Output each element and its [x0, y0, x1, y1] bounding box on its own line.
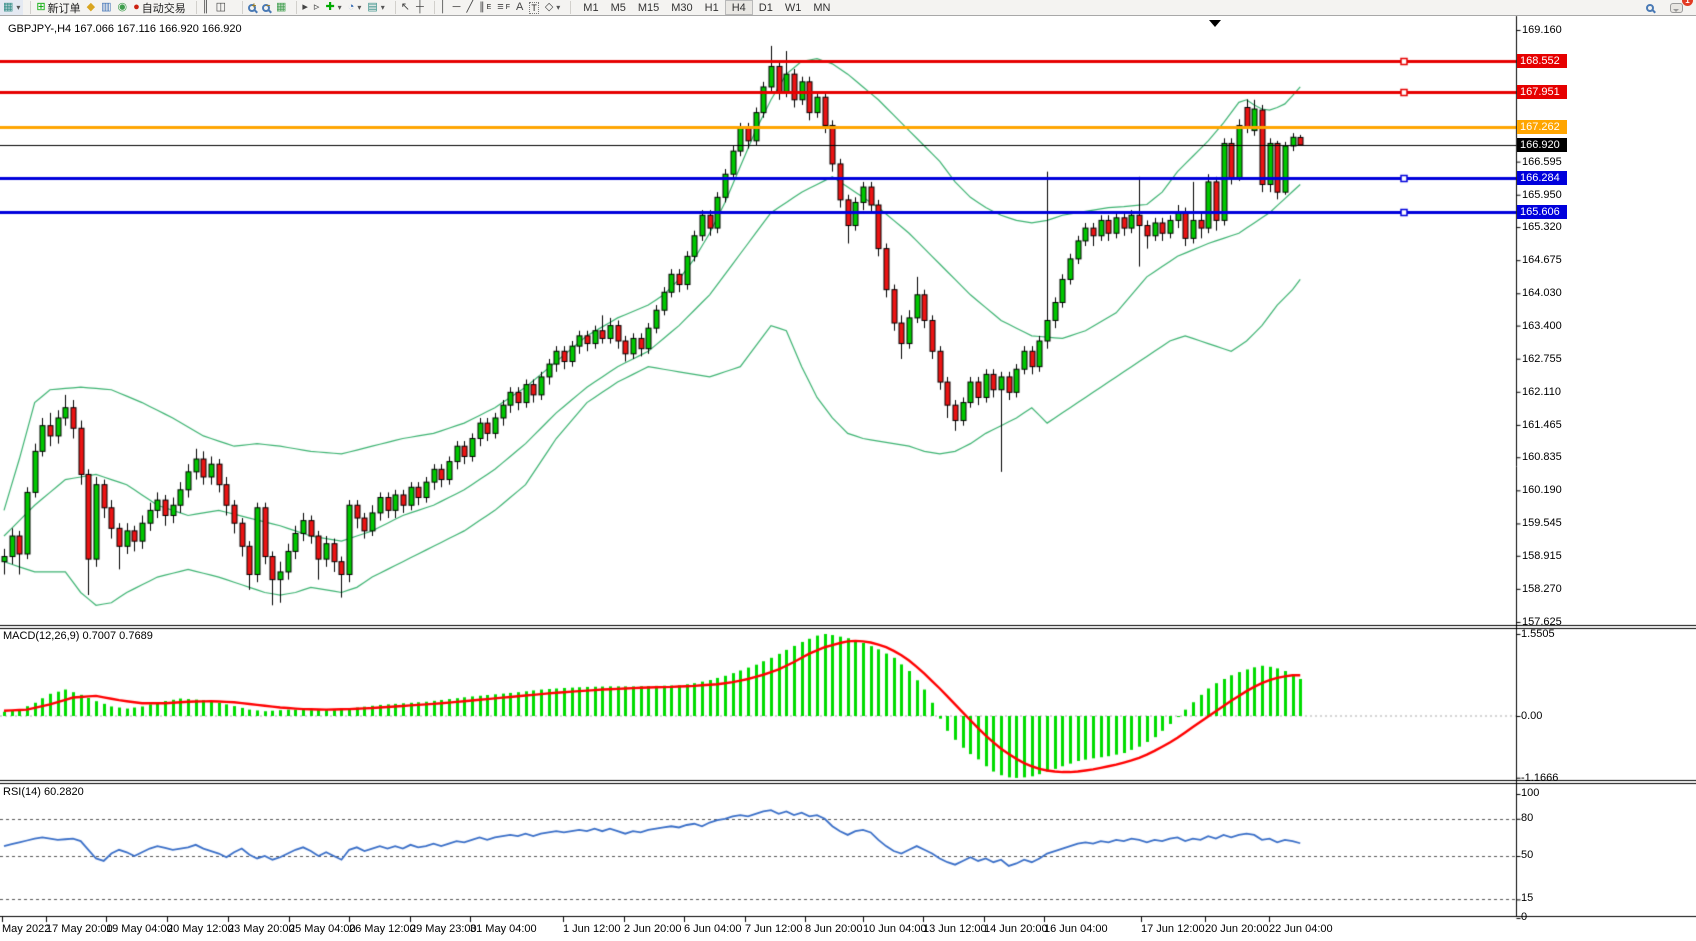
toolbar-right: 1 — [1643, 0, 1696, 15]
bar-chart-button[interactable]: ║ — [199, 0, 213, 15]
data-window-button[interactable]: ◉ — [115, 0, 131, 15]
horizontal-line-button[interactable]: ─ — [450, 0, 464, 15]
equidistant-channel-icon: ∥ — [479, 1, 485, 14]
candlestick-icon: ◫ — [216, 1, 226, 14]
rsi-indicator-label: RSI(14) 60.2820 — [3, 786, 84, 798]
autotrade-label: 自动交易 — [142, 0, 186, 16]
new-order-label: 新订单 — [48, 0, 81, 16]
line-chart-button[interactable] — [229, 0, 235, 15]
periods-clock-icon: ◔ — [348, 1, 355, 14]
new-order-icon: ⊞ — [36, 1, 45, 14]
chevron-down-icon: ▾ — [381, 3, 385, 12]
indicators-button[interactable]: ✚ ▾ — [322, 0, 344, 15]
timeframe-w1-button[interactable]: W1 — [779, 0, 808, 15]
arrows-button[interactable]: ◇ ▾ — [542, 0, 563, 15]
toolbar-separator — [25, 1, 31, 14]
chevron-down-icon: ▾ — [357, 3, 361, 12]
vertical-line-icon: │ — [440, 1, 447, 14]
data-window-icon: ◉ — [118, 1, 128, 14]
equidistant-channel-button[interactable]: ∥E — [476, 0, 494, 15]
crosshair-button[interactable]: ┼ — [413, 0, 427, 15]
zoom-in-button[interactable]: + — [245, 0, 259, 15]
search-button[interactable] — [1643, 0, 1657, 15]
chart-shift-marker-icon — [1209, 20, 1221, 27]
toolbar-separator — [291, 1, 297, 14]
market-watch-button[interactable]: ▥ — [98, 0, 114, 15]
vertical-line-button[interactable]: │ — [437, 0, 450, 15]
timeframe-m15-button[interactable]: M15 — [632, 0, 665, 15]
profiles-button[interactable]: ◆ — [84, 0, 98, 15]
cursor-icon: ↖ — [401, 1, 410, 14]
timeframe-m1-button[interactable]: M1 — [577, 0, 604, 15]
templates-icon: ▤ — [367, 1, 377, 14]
indicators-icon: ✚ — [325, 1, 334, 14]
search-icon — [1646, 4, 1654, 12]
text-label-button[interactable]: T — [526, 0, 542, 15]
macd-indicator-label: MACD(12,26,9) 0.7007 0.7689 — [3, 630, 153, 642]
timeframe-m30-button[interactable]: M30 — [665, 0, 698, 15]
tile-windows-icon: ▦ — [276, 1, 286, 14]
bar-chart-icon: ║ — [202, 1, 210, 14]
cursor-button[interactable]: ↖ — [398, 0, 413, 15]
chart-shift-button[interactable]: ▹ — [311, 0, 323, 15]
horizontal-line-icon: ─ — [453, 1, 461, 14]
toolbar-separator — [191, 1, 197, 14]
zoom-out-icon: − — [262, 4, 270, 12]
new-order-button[interactable]: ⊞ 新订单 — [33, 0, 83, 15]
chart-mini-icon: ▦ — [3, 1, 13, 14]
templates-button[interactable]: ▤ ▾ — [364, 0, 387, 15]
fibonacci-sub-label: F — [506, 4, 510, 11]
timeframe-h4-button[interactable]: H4 — [725, 0, 753, 15]
toolbar-separator — [390, 1, 396, 14]
arrows-icon: ◇ — [545, 1, 553, 14]
auto-scroll-icon: ▸ — [302, 1, 308, 14]
fibonacci-icon: ≡ — [497, 1, 503, 14]
zoom-in-icon: + — [248, 4, 256, 12]
chevron-down-icon: ▾ — [16, 3, 20, 12]
chevron-down-icon: ▾ — [338, 3, 342, 12]
toolbar-separator — [565, 1, 571, 14]
notifications-button[interactable]: 1 — [1667, 0, 1686, 15]
trendline-icon: ╱ — [466, 1, 473, 14]
timeframe-h1-button[interactable]: H1 — [699, 0, 725, 15]
auto-scroll-button[interactable]: ▸ — [299, 0, 311, 15]
chart-shift-icon: ▹ — [314, 1, 320, 14]
channel-sub-label: E — [487, 4, 492, 11]
text-label-icon: T — [529, 2, 539, 14]
chart-mini-button[interactable]: ▦ ▾ — [0, 0, 23, 15]
mt4-window: ▦ ▾ ⊞ 新订单 ◆ ▥ ◉ ● 自动交易 ║ ◫ — [0, 0, 1696, 941]
crosshair-icon: ┼ — [416, 1, 424, 14]
price-chart-canvas[interactable] — [0, 0, 1696, 941]
timeframe-d1-button[interactable]: D1 — [753, 0, 779, 15]
profiles-icon: ◆ — [87, 1, 95, 14]
candlestick-button[interactable]: ◫ — [213, 0, 229, 15]
chat-bubble-icon — [1670, 3, 1683, 13]
autotrade-button[interactable]: ● 自动交易 — [130, 0, 189, 15]
timeframe-group: M1M5M15M30H1H4D1W1MN — [577, 0, 836, 15]
notification-badge: 1 — [1682, 0, 1693, 6]
autotrade-icon: ● — [133, 1, 140, 14]
toolbar-separator — [237, 1, 243, 14]
timeframe-m5-button[interactable]: M5 — [605, 0, 632, 15]
chevron-down-icon: ▾ — [556, 3, 560, 12]
trendline-button[interactable]: ╱ — [463, 0, 476, 15]
toolbar-separator — [429, 1, 435, 14]
text-icon: A — [516, 1, 523, 14]
chart-title: GBPJPY-,H4 167.066 167.116 166.920 166.9… — [8, 23, 242, 35]
timeframe-mn-button[interactable]: MN — [807, 0, 836, 15]
text-button[interactable]: A — [513, 0, 526, 15]
fibonacci-button[interactable]: ≡F — [494, 0, 513, 15]
periods-button[interactable]: ◔ ▾ — [345, 0, 365, 15]
zoom-out-button[interactable]: − — [259, 0, 273, 15]
market-watch-icon: ▥ — [101, 1, 111, 14]
toolbar: ▦ ▾ ⊞ 新订单 ◆ ▥ ◉ ● 自动交易 ║ ◫ — [0, 0, 1696, 16]
tile-windows-button[interactable]: ▦ — [273, 0, 289, 15]
